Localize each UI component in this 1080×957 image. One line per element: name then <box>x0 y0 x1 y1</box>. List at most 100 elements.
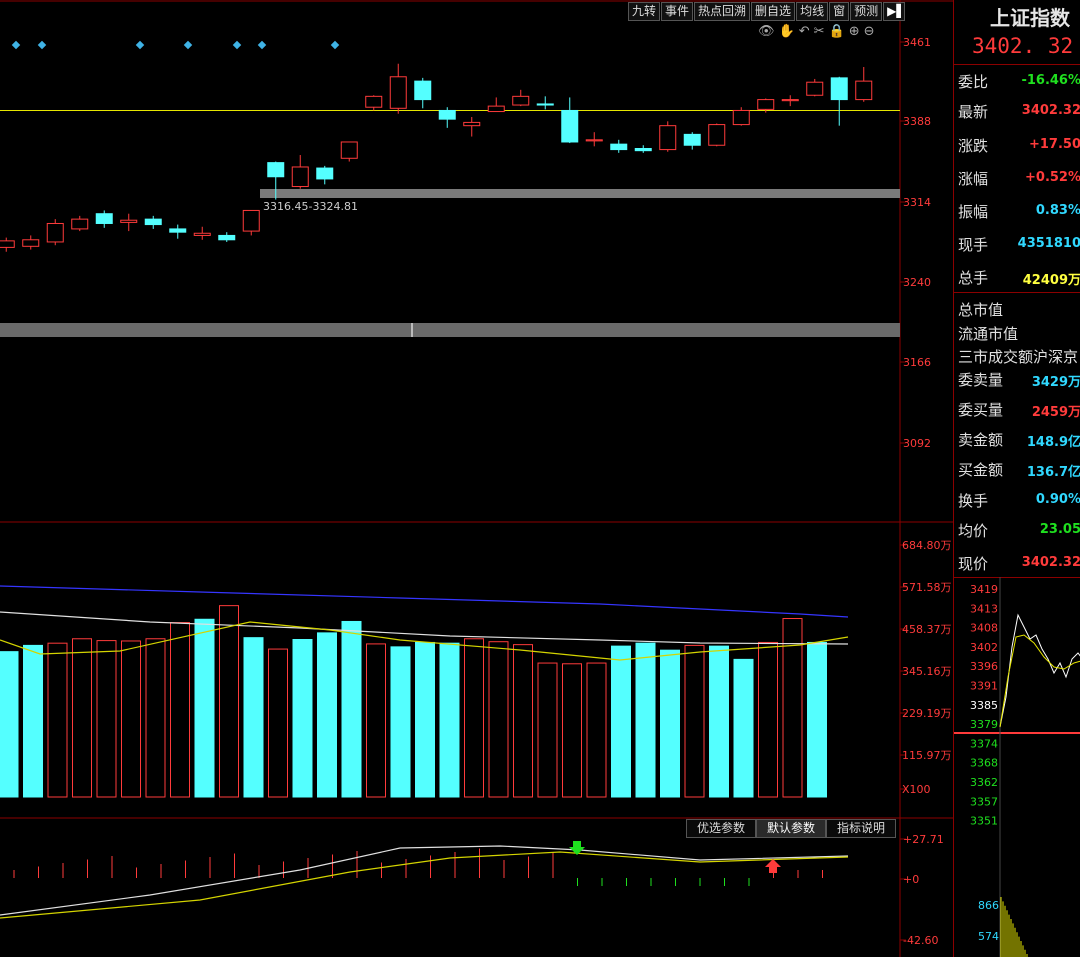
volume-bar <box>709 645 729 798</box>
intraday-axis-label: 3396 <box>970 660 998 673</box>
candle <box>144 218 162 226</box>
price-axis-label: 3166 <box>903 356 931 369</box>
volume-bar <box>684 644 705 798</box>
quote-row-6: 总手 42409万 <box>956 262 1080 292</box>
quote-value: 42409万 <box>1022 273 1080 288</box>
volume-axis-label: 229.19万 <box>902 707 952 720</box>
volume-bar <box>611 645 631 798</box>
indicator-axis-label: -42.60 <box>903 934 938 947</box>
intraday-axis-label: 3391 <box>970 680 998 693</box>
volume-ma-long <box>0 585 849 618</box>
volume-bar <box>145 638 166 798</box>
range-band <box>260 189 900 198</box>
candle <box>683 133 701 146</box>
quote-panel: 上证指数 3402. 32 委比 -16.46% 最新 3402.32 涨跌 +17.50… <box>953 0 1080 957</box>
hand-icon[interactable]: ✋ <box>779 24 799 39</box>
candle <box>267 162 285 178</box>
eye-icon[interactable]: 👁 <box>758 24 779 39</box>
quote-row-15: 均价 23.05 <box>956 515 1080 545</box>
quote-label: 卖金额 <box>958 431 1004 449</box>
event-marker <box>37 40 47 50</box>
quote-value: 148.9亿 <box>1026 435 1080 450</box>
event-marker <box>232 40 242 50</box>
divider <box>954 64 1080 65</box>
candle <box>781 99 799 102</box>
price-axis-label: 3092 <box>903 437 931 450</box>
forecast-button[interactable]: 预测 <box>850 2 883 21</box>
candle <box>830 77 848 101</box>
tab-indicator-help[interactable]: 指标说明 <box>826 819 897 838</box>
candle <box>218 234 236 241</box>
intraday-volume-axis-label: 866 <box>978 899 999 912</box>
quote-value: 2459万 <box>1031 405 1080 420</box>
candle <box>0 240 15 248</box>
event-marker <box>183 40 193 50</box>
intraday-axis-label: 3385 <box>970 699 998 712</box>
intraday-axis-label: 3362 <box>970 776 998 789</box>
intraday-price-line <box>999 613 1080 728</box>
volume-bar <box>758 641 778 798</box>
candle <box>536 103 554 106</box>
quote-value: +17.50 <box>1028 137 1080 152</box>
quote-label: 现价 <box>958 555 989 573</box>
kline-chart-area[interactable]: 3461 3388 3314 3240 3166 3092 3316.45-3324.81 6… <box>0 0 953 957</box>
intraday-axis-label: 3379 <box>970 718 998 731</box>
moving-average-button[interactable]: 均线 <box>796 2 829 21</box>
intraday-axis-label: 3408 <box>970 622 998 635</box>
candle <box>291 166 309 188</box>
zoom-in-icon[interactable]: ⊕ <box>849 24 864 39</box>
quote-label: 总市值 <box>958 301 1004 319</box>
candle <box>242 209 260 232</box>
window-button[interactable]: 窗 <box>829 2 850 21</box>
candle <box>71 218 89 230</box>
volume-bar <box>733 658 754 798</box>
buy-signal-arrow <box>765 859 781 873</box>
candle <box>169 228 187 233</box>
volume-axis-label: 458.37万 <box>902 623 952 636</box>
zoom-out-icon[interactable]: ⊖ <box>864 24 879 39</box>
quote-label: 委比 <box>958 73 989 91</box>
volume-bar <box>464 638 484 798</box>
volume-bar <box>47 642 68 798</box>
volume-bar <box>194 618 215 798</box>
candle <box>340 141 358 159</box>
quote-value: 3429万 <box>1031 375 1080 390</box>
volume-bar <box>121 640 141 798</box>
lock-icon[interactable]: 🔒 <box>829 24 849 39</box>
volume-bar <box>219 605 239 798</box>
volume-bar <box>635 642 656 798</box>
quote-row-12: 卖金额 148.9亿 <box>956 424 1080 454</box>
volume-bar <box>513 644 533 798</box>
chart-tools: 👁✋↶✂🔒⊕⊖ <box>758 24 879 39</box>
volume-ma-mid <box>0 611 849 645</box>
candle <box>95 213 113 224</box>
tab-optimized-params[interactable]: 优选参数 <box>686 819 757 838</box>
quote-row-10: 委卖量 3429万 <box>956 364 1080 394</box>
undo-icon[interactable]: ↶ <box>799 24 814 39</box>
quote-value: +0.52% <box>1025 170 1080 185</box>
candle <box>46 222 64 243</box>
chart-toolbar: 九转 事件 热点回溯 删自选 均线 窗 预测 ▶▌ <box>628 2 906 21</box>
intraday-axis-label: 3351 <box>970 815 998 828</box>
events-button[interactable]: 事件 <box>661 2 694 21</box>
quote-label: 均价 <box>958 522 989 540</box>
index-price: 3402. 32 <box>972 34 1074 58</box>
collapse-panel-icon[interactable]: ▶▌ <box>883 2 906 21</box>
volume-axis-label: 115.97万 <box>902 749 952 762</box>
hot-replay-button[interactable]: 热点回溯 <box>694 2 751 21</box>
volume-bar <box>488 641 509 798</box>
quote-row-4: 振幅 0.83% <box>956 196 1080 226</box>
volume-bar <box>537 662 558 798</box>
tab-default-params[interactable]: 默认参数 <box>756 819 827 838</box>
remove-watchlist-button[interactable]: 删自选 <box>751 2 796 21</box>
nine-turn-button[interactable]: 九转 <box>628 2 661 21</box>
quote-value: 0.90% <box>1035 492 1080 507</box>
quote-label: 委买量 <box>958 401 1004 419</box>
volume-bar <box>562 663 582 798</box>
price-axis-label: 3314 <box>903 196 931 209</box>
scissors-icon[interactable]: ✂ <box>814 24 829 39</box>
intraday-chart[interactable]: 3419 3413 3408 3402 3396 3391 3385 3379 3374 3368… <box>954 577 1080 957</box>
selection-band <box>0 323 900 337</box>
volume-bar <box>807 641 827 798</box>
event-marker <box>257 40 267 50</box>
